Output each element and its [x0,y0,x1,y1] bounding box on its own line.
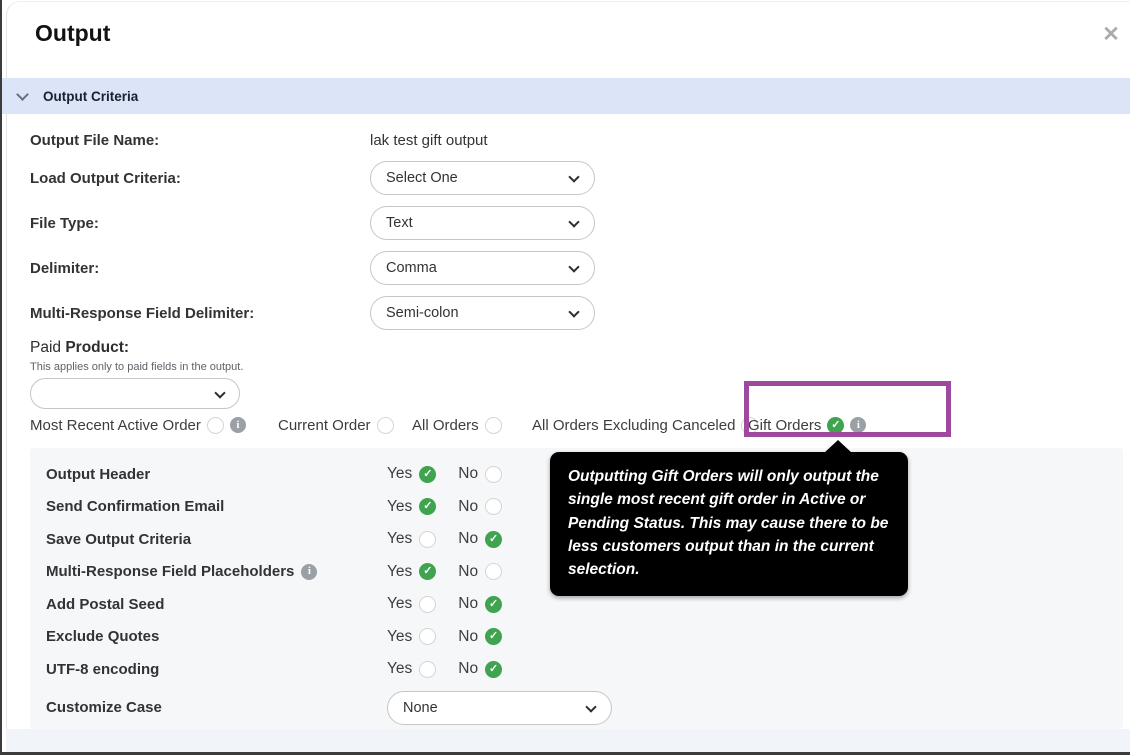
toggle-row-utf8-encoding: UTF-8 encoding Yes No [46,653,1123,686]
yes-label: Yes [387,465,413,483]
load-output-criteria-value: Select One [386,170,458,186]
yes-radio[interactable] [419,660,437,678]
radio-all-orders[interactable] [484,416,502,434]
yes-label: Yes [387,562,413,580]
no-label: No [458,465,479,483]
chevron-down-icon [568,171,580,183]
chevron-down-icon [568,261,580,273]
file-type-value: Text [386,215,413,231]
option-label: Current Order [278,416,371,434]
option-most-recent-active-order: Most Recent Active Order [30,412,252,438]
option-label: All Orders [412,416,479,434]
row-multi-response-delimiter: Multi-Response Field Delimiter: Semi-col… [30,296,595,330]
row-delimiter: Delimiter: Comma [30,251,595,285]
radio-gift-orders-selected[interactable] [827,416,845,434]
no-label: No [458,595,479,613]
row-file-type: File Type: Text [30,206,595,240]
no-radio[interactable] [485,563,503,581]
option-current-order: Current Order [278,412,400,438]
output-file-name-label: Output File Name: [30,131,160,149]
chevron-down-icon [214,387,226,399]
row-customize-case: Customize Case None [46,690,1123,725]
customize-case-select[interactable]: None [387,690,612,725]
output-file-name-value: lak test gift output [370,131,488,149]
option-label: All Orders Excluding Canceled [532,416,736,434]
toggle-row-exclude-quotes: Exclude Quotes Yes No [46,621,1123,654]
yes-radio[interactable] [419,465,437,483]
section-output-criteria[interactable]: Output Criteria [2,78,1130,114]
yes-radio[interactable] [419,563,437,581]
multi-response-delimiter-value: Semi-colon [386,305,459,321]
paid-product-helper-text: This applies only to paid fields in the … [30,361,244,373]
yes-label: Yes [387,595,413,613]
toggle-label: Send Confirmation Email [46,498,225,516]
toggle-label: Output Header [46,465,151,483]
customize-case-label: Customize Case [46,699,162,716]
yes-radio[interactable] [419,498,437,516]
delimiter-value: Comma [386,260,437,276]
no-radio[interactable] [485,660,503,678]
yes-label: Yes [387,530,413,548]
radio-current-order[interactable] [376,416,394,434]
screenshot-left-border [0,0,2,755]
chevron-down-icon [568,216,580,228]
file-type-select[interactable]: Text [370,206,595,240]
multi-response-delimiter-label: Multi-Response Field Delimiter: [30,304,255,322]
chevron-down-icon [16,87,29,101]
option-all-orders-excluding-canceled: All Orders Excluding Canceled [532,412,764,438]
radio-most-recent-active-order[interactable] [206,416,224,434]
yes-label: Yes [387,627,413,645]
delimiter-label: Delimiter: [30,259,100,277]
no-radio[interactable] [485,595,503,613]
customize-case-value: None [403,699,438,716]
gift-orders-tooltip: Outputting Gift Orders will only output … [550,452,908,597]
no-label: No [458,530,479,548]
load-output-criteria-label: Load Output Criteria: [30,169,181,187]
info-icon[interactable] [301,563,318,580]
info-icon[interactable] [850,417,867,433]
tooltip-caret [824,440,852,453]
row-output-file-name: Output File Name: lak test gift output [30,128,488,152]
section-title: Output Criteria [43,88,139,104]
no-radio[interactable] [485,498,503,516]
option-all-orders: All Orders [412,412,508,438]
toggle-label: Save Output Criteria [46,530,192,548]
no-radio[interactable] [485,465,503,483]
paid-product-select[interactable] [30,378,240,409]
file-type-label: File Type: [30,214,99,232]
yes-label: Yes [387,660,413,678]
paid-product-label: Paid Product: [30,339,129,357]
yes-radio[interactable] [419,530,437,548]
option-gift-orders: Gift Orders [748,412,872,438]
no-label: No [458,627,479,645]
row-load-output-criteria: Load Output Criteria: Select One [30,161,595,195]
yes-label: Yes [387,497,413,515]
no-label: No [458,562,479,580]
option-label: Most Recent Active Order [30,416,201,434]
no-label: No [458,497,479,515]
close-icon[interactable]: ✕ [1098,22,1124,48]
chevron-down-icon [585,700,597,713]
yes-radio[interactable] [419,595,437,613]
chevron-down-icon [568,306,580,318]
paid-product-label-normal: Paid [30,339,62,356]
toggle-label: Exclude Quotes [46,628,160,646]
multi-response-delimiter-select[interactable]: Semi-colon [370,296,595,330]
no-label: No [458,660,479,678]
info-icon[interactable] [229,417,246,433]
no-radio[interactable] [485,530,503,548]
delimiter-select[interactable]: Comma [370,251,595,285]
modal-footer-strip [6,729,1130,752]
option-label: Gift Orders [748,416,822,434]
toggle-label: Multi-Response Field Placeholders [46,563,295,581]
order-scope-options: Most Recent Active Order Current Order A… [0,381,1130,438]
paid-product-label-bold: Product: [65,339,130,356]
yes-radio[interactable] [419,628,437,646]
load-output-criteria-select[interactable]: Select One [370,161,595,195]
page-title: Output [35,20,111,46]
no-radio[interactable] [485,628,503,646]
toggle-label: Add Postal Seed [46,595,165,613]
toggle-label: UTF-8 encoding [46,660,160,678]
